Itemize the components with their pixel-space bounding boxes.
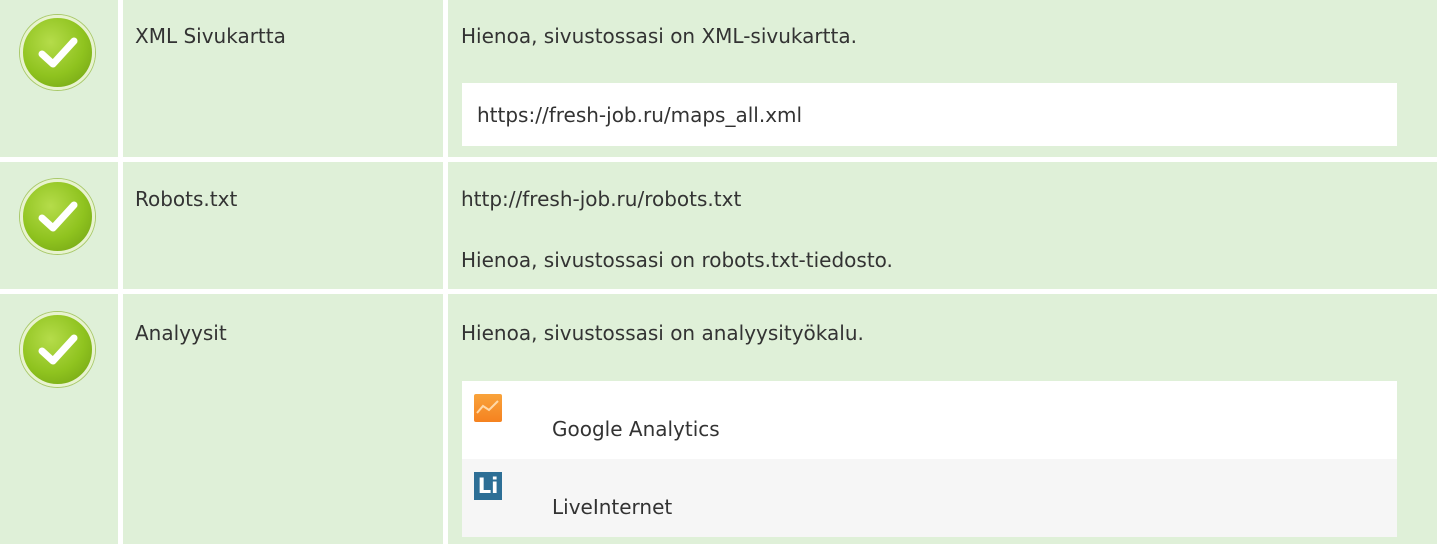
robots-url[interactable]: http://fresh-job.ru/robots.txt	[461, 187, 741, 211]
google-analytics-icon	[474, 394, 502, 422]
result-row-analytics: Analyysit Hienoa, sivustossasi on analyy…	[0, 294, 1437, 544]
list-item: Google Analytics	[462, 381, 1397, 459]
sitemap-url-box: https://fresh-job.ru/maps_all.xml	[462, 83, 1397, 146]
check-name-cell: Robots.txt	[123, 162, 443, 289]
status-cell	[0, 162, 118, 289]
check-name: Analyysit	[135, 321, 227, 345]
result-row-xml-sitemap: XML Sivukartta Hienoa, sivustossasi on X…	[0, 0, 1437, 157]
check-detail-cell: Hienoa, sivustossasi on analyysityökalu.…	[448, 294, 1437, 544]
check-detail-cell: Hienoa, sivustossasi on XML-sivukartta. …	[448, 0, 1437, 157]
status-cell	[0, 0, 118, 157]
analytics-tools-list: Google Analytics Li LiveInternet	[462, 381, 1397, 537]
result-row-robots: Robots.txt http://fresh-job.ru/robots.tx…	[0, 162, 1437, 289]
seo-results-table: XML Sivukartta Hienoa, sivustossasi on X…	[0, 0, 1437, 544]
result-message: Hienoa, sivustossasi on analyysityökalu.	[461, 321, 864, 345]
status-cell	[0, 294, 118, 544]
tool-label: LiveInternet	[552, 495, 673, 519]
check-name: Robots.txt	[135, 187, 238, 211]
check-name-cell: XML Sivukartta	[123, 0, 443, 157]
check-icon	[20, 15, 95, 90]
check-name-cell: Analyysit	[123, 294, 443, 544]
check-icon	[20, 312, 95, 387]
check-name: XML Sivukartta	[135, 24, 286, 48]
sitemap-url[interactable]: https://fresh-job.ru/maps_all.xml	[477, 103, 802, 127]
result-message: Hienoa, sivustossasi on robots.txt-tiedo…	[461, 248, 893, 272]
result-message: Hienoa, sivustossasi on XML-sivukartta.	[461, 24, 857, 48]
liveinternet-icon: Li	[474, 472, 502, 500]
check-icon	[20, 179, 95, 254]
list-item: Li LiveInternet	[462, 459, 1397, 537]
tool-label: Google Analytics	[552, 417, 720, 441]
check-detail-cell: http://fresh-job.ru/robots.txt Hienoa, s…	[448, 162, 1437, 289]
